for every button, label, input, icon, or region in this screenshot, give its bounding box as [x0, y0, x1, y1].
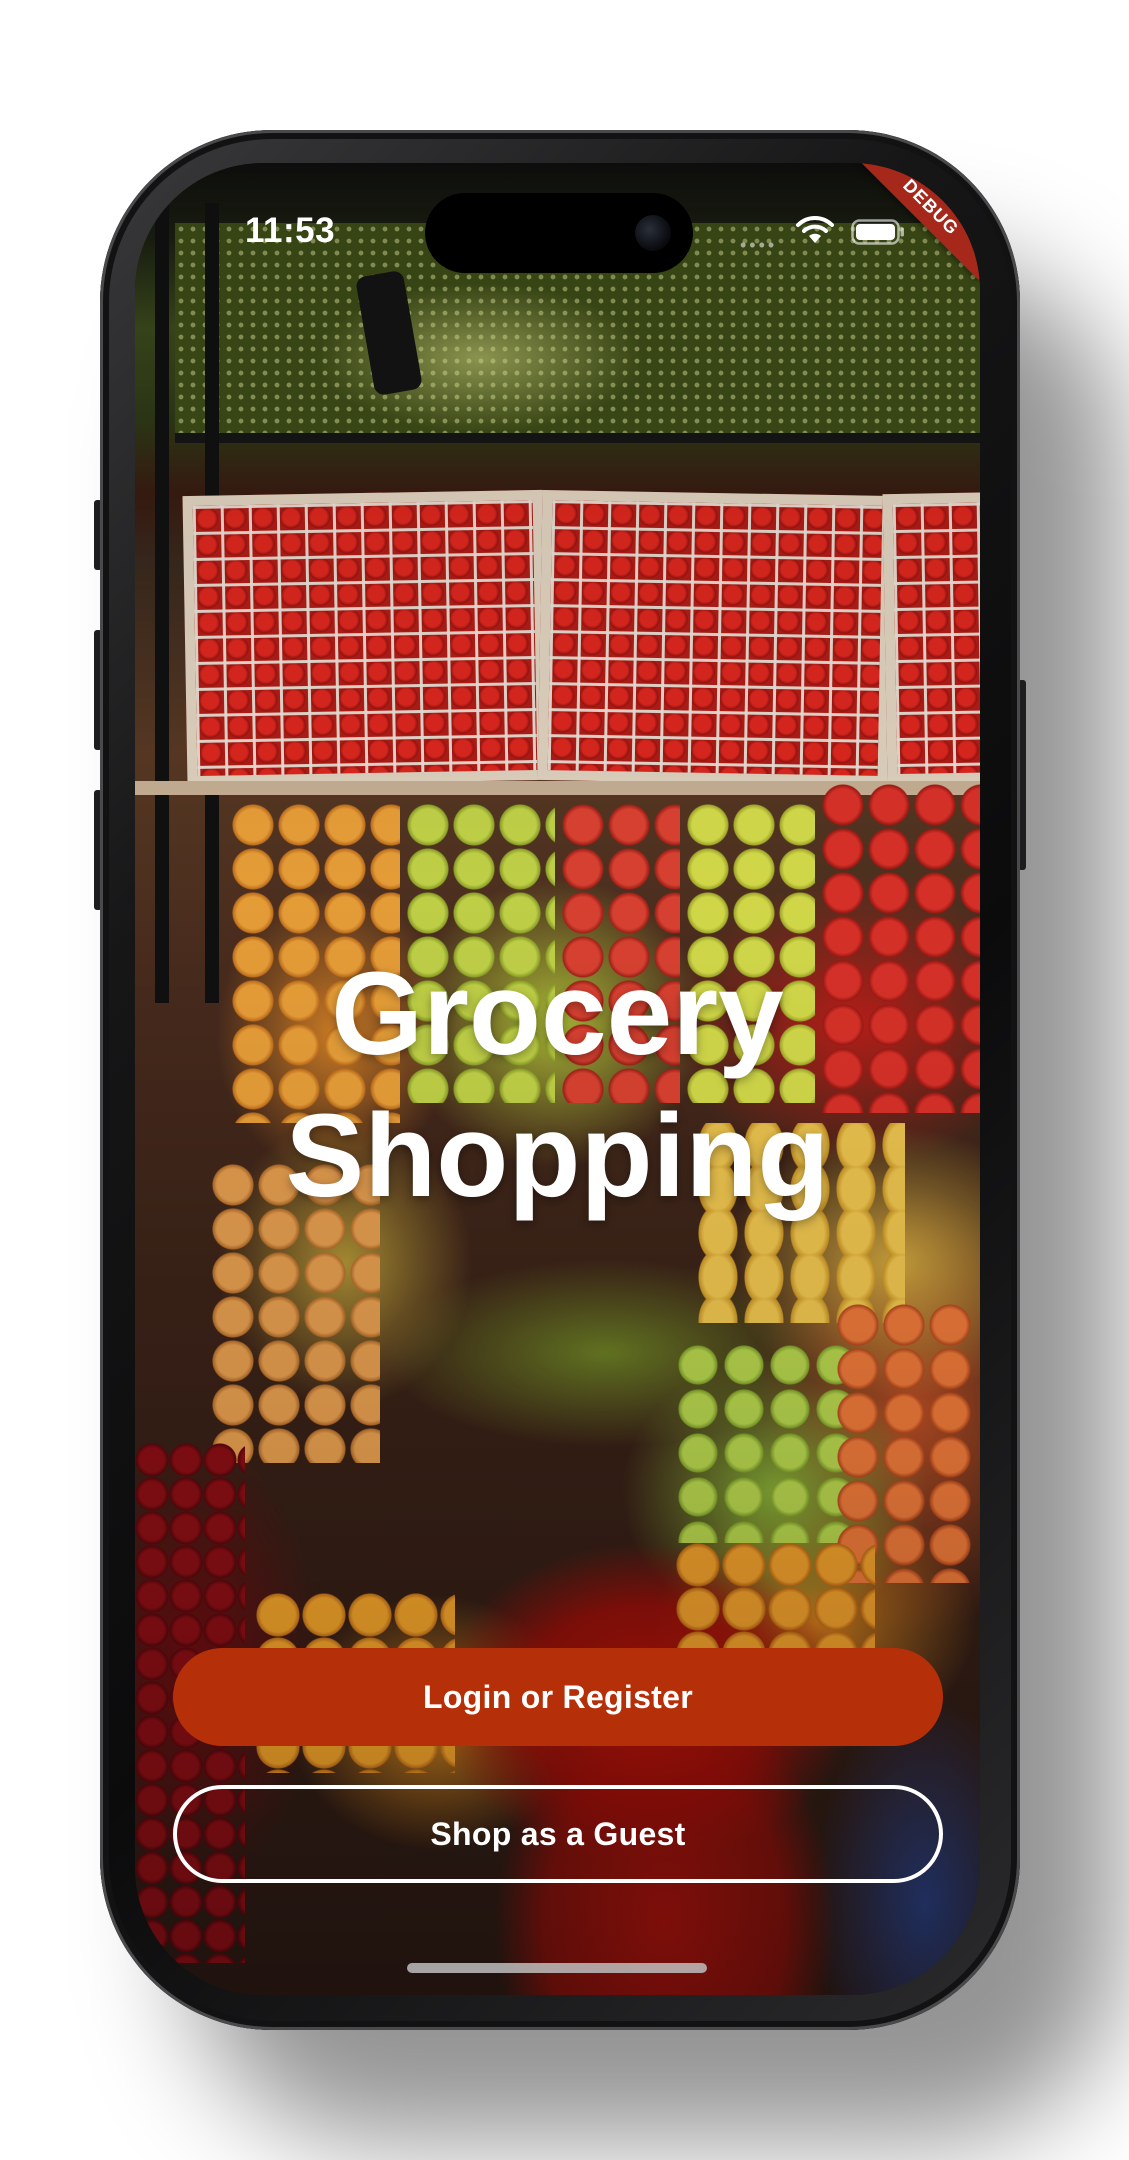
battery-icon: [851, 219, 904, 245]
page-title: Grocery Shopping: [135, 943, 980, 1227]
title-line-2: Shopping: [285, 1090, 830, 1222]
dynamic-island: [425, 193, 693, 273]
wifi-icon: [796, 215, 834, 243]
app-screen: 11:53 •••• DEBUG Grocery Shopping Login: [135, 163, 980, 1995]
mockup-canvas: 11:53 •••• DEBUG Grocery Shopping Login: [0, 0, 1129, 2160]
shop-as-guest-button[interactable]: Shop as a Guest: [173, 1785, 943, 1883]
front-camera-icon: [635, 215, 671, 251]
cellular-dots-icon: ••••: [740, 235, 778, 255]
title-line-1: Grocery: [331, 948, 784, 1080]
home-indicator[interactable]: [407, 1963, 707, 1973]
status-bar: 11:53 •••• DEBUG: [135, 163, 980, 283]
status-time: 11:53: [245, 211, 336, 250]
login-register-button[interactable]: Login or Register: [173, 1648, 943, 1746]
